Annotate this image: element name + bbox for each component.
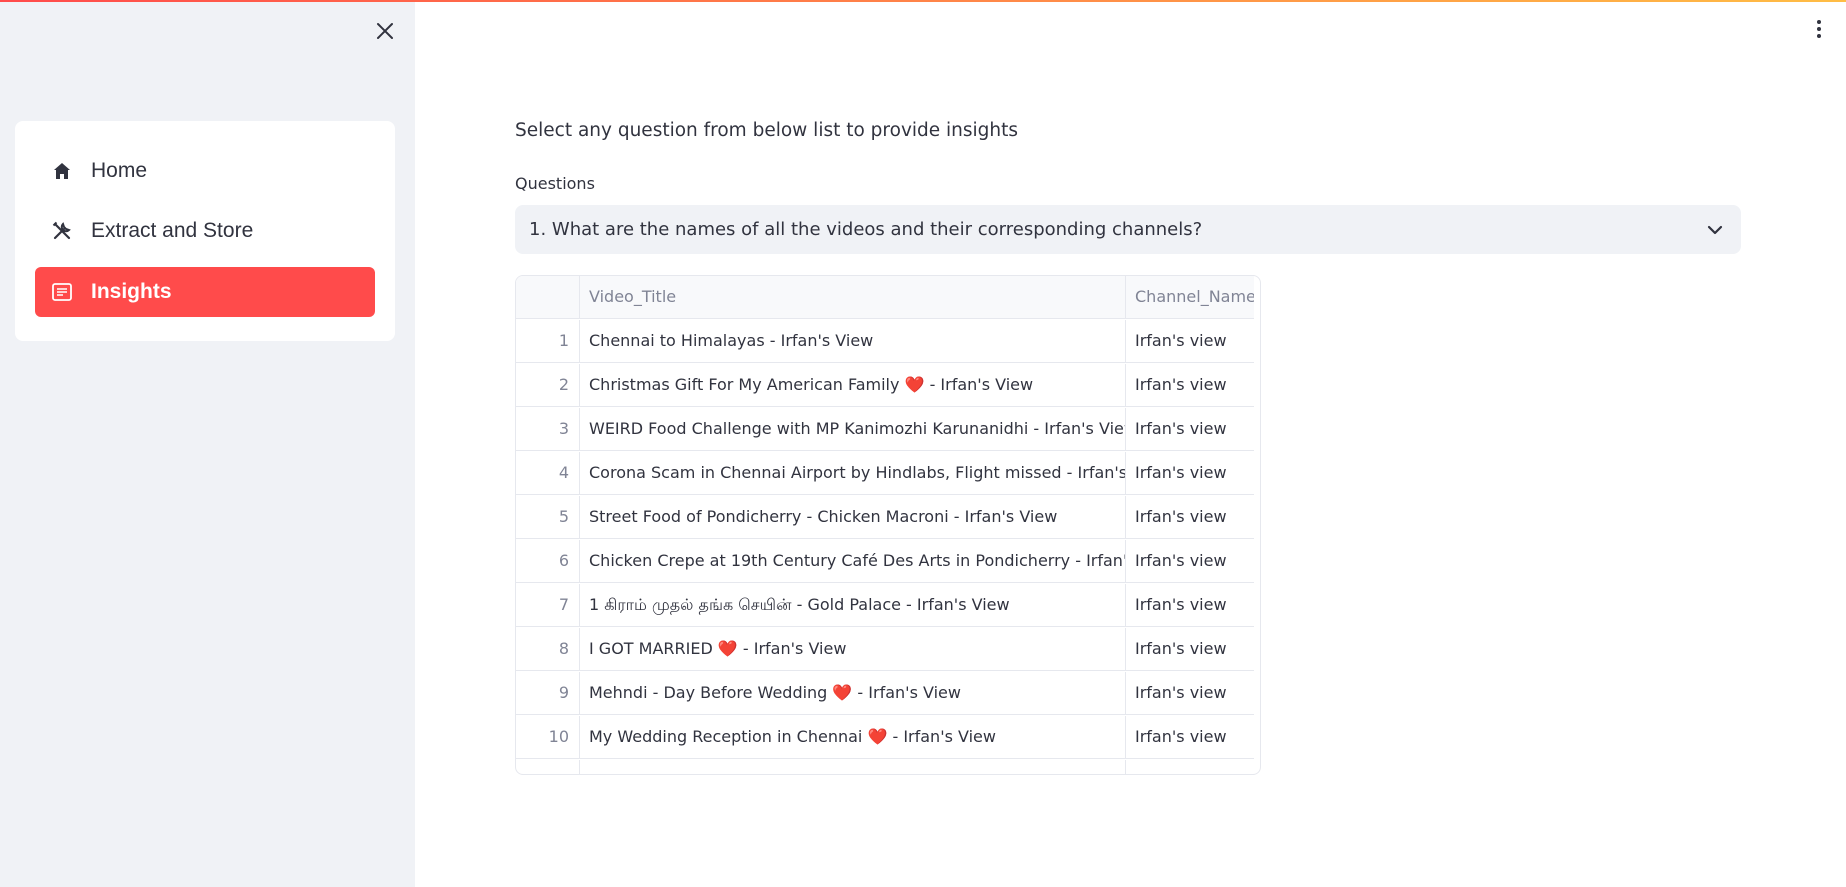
questions-label: Questions xyxy=(515,174,595,193)
column-header-video-title[interactable]: Video_Title xyxy=(580,276,1126,318)
table-row-partial xyxy=(516,760,1254,774)
table-row[interactable]: 10 My Wedding Reception in Chennai ❤️ - … xyxy=(516,716,1254,759)
row-index: 2 xyxy=(516,364,580,406)
video-title-cell[interactable]: 1 கிராம் முதல் தங்க செயின் - Gold Palace… xyxy=(580,584,1126,626)
index-header xyxy=(516,276,580,318)
more-vert-icon xyxy=(1817,20,1821,24)
home-icon xyxy=(51,160,73,182)
table-row[interactable]: 7 1 கிராம் முதல் தங்க செயின் - Gold Pala… xyxy=(516,584,1254,627)
close-icon xyxy=(377,23,393,39)
row-index: 4 xyxy=(516,452,580,494)
row-index: 7 xyxy=(516,584,580,626)
tools-icon xyxy=(51,220,73,242)
row-index: 5 xyxy=(516,496,580,538)
video-title-cell[interactable]: Christmas Gift For My American Family ❤️… xyxy=(580,364,1126,406)
video-title-cell[interactable]: Chicken Crepe at 19th Century Café Des A… xyxy=(580,540,1126,582)
nav-item-label: Insights xyxy=(91,280,172,303)
table-row[interactable]: 1 Chennai to Himalayas - Irfan's View Ir… xyxy=(516,320,1254,363)
channel-name-cell[interactable]: Irfan's view xyxy=(1126,672,1254,714)
question-select[interactable]: 1. What are the names of all the videos … xyxy=(515,205,1741,254)
table-row[interactable]: 9 Mehndi - Day Before Wedding ❤️ - Irfan… xyxy=(516,672,1254,715)
channel-name-cell[interactable]: Irfan's view xyxy=(1126,628,1254,670)
row-index: 1 xyxy=(516,320,580,362)
sidebar: Home Extract and Store Insights xyxy=(0,0,415,887)
table-header: Video_Title Channel_Name xyxy=(516,276,1254,319)
video-title-cell[interactable]: Corona Scam in Chennai Airport by Hindla… xyxy=(580,452,1126,494)
row-index: 8 xyxy=(516,628,580,670)
chevron-down-icon xyxy=(1703,218,1727,242)
nav-item-extract-and-store[interactable]: Extract and Store xyxy=(35,206,375,256)
video-title-cell[interactable]: Chennai to Himalayas - Irfan's View xyxy=(580,320,1126,362)
channel-name-cell[interactable]: Irfan's view xyxy=(1126,496,1254,538)
column-header-channel-name[interactable]: Channel_Name xyxy=(1126,276,1254,318)
prompt-text: Select any question from below list to p… xyxy=(515,120,1019,141)
results-table[interactable]: Video_Title Channel_Name 1 Chennai to Hi… xyxy=(515,275,1261,775)
channel-name-cell[interactable]: Irfan's view xyxy=(1126,584,1254,626)
video-title-cell[interactable]: I GOT MARRIED ❤️ - Irfan's View xyxy=(580,628,1126,670)
main-menu-button[interactable] xyxy=(1807,16,1831,42)
channel-name-cell[interactable]: Irfan's view xyxy=(1126,540,1254,582)
table-row[interactable]: 6 Chicken Crepe at 19th Century Café Des… xyxy=(516,540,1254,583)
nav-item-label: Extract and Store xyxy=(91,219,254,242)
row-index: 6 xyxy=(516,540,580,582)
nav-menu: Home Extract and Store Insights xyxy=(15,121,395,341)
article-icon xyxy=(51,281,73,303)
channel-name-cell[interactable]: Irfan's view xyxy=(1126,716,1254,758)
top-decoration-bar xyxy=(0,0,1846,2)
selected-question: 1. What are the names of all the videos … xyxy=(529,219,1203,240)
channel-name-cell[interactable]: Irfan's view xyxy=(1126,408,1254,450)
close-sidebar-button[interactable] xyxy=(370,16,400,46)
table-row[interactable]: 5 Street Food of Pondicherry - Chicken M… xyxy=(516,496,1254,539)
video-title-cell[interactable]: WEIRD Food Challenge with MP Kanimozhi K… xyxy=(580,408,1126,450)
table-row[interactable]: 3 WEIRD Food Challenge with MP Kanimozhi… xyxy=(516,408,1254,451)
row-index: 10 xyxy=(516,716,580,758)
table-row[interactable]: 2 Christmas Gift For My American Family … xyxy=(516,364,1254,407)
channel-name-cell[interactable]: Irfan's view xyxy=(1126,452,1254,494)
table-row[interactable]: 4 Corona Scam in Chennai Airport by Hind… xyxy=(516,452,1254,495)
nav-item-home[interactable]: Home xyxy=(35,146,375,196)
nav-item-insights[interactable]: Insights xyxy=(35,267,375,317)
channel-name-cell[interactable]: Irfan's view xyxy=(1126,364,1254,406)
video-title-cell[interactable]: Mehndi - Day Before Wedding ❤️ - Irfan's… xyxy=(580,672,1126,714)
row-index: 9 xyxy=(516,672,580,714)
nav-item-label: Home xyxy=(91,159,148,182)
video-title-cell[interactable]: Street Food of Pondicherry - Chicken Mac… xyxy=(580,496,1126,538)
video-title-cell[interactable]: My Wedding Reception in Chennai ❤️ - Irf… xyxy=(580,716,1126,758)
channel-name-cell[interactable]: Irfan's view xyxy=(1126,320,1254,362)
row-index: 3 xyxy=(516,408,580,450)
table-row[interactable]: 8 I GOT MARRIED ❤️ - Irfan's View Irfan'… xyxy=(516,628,1254,671)
